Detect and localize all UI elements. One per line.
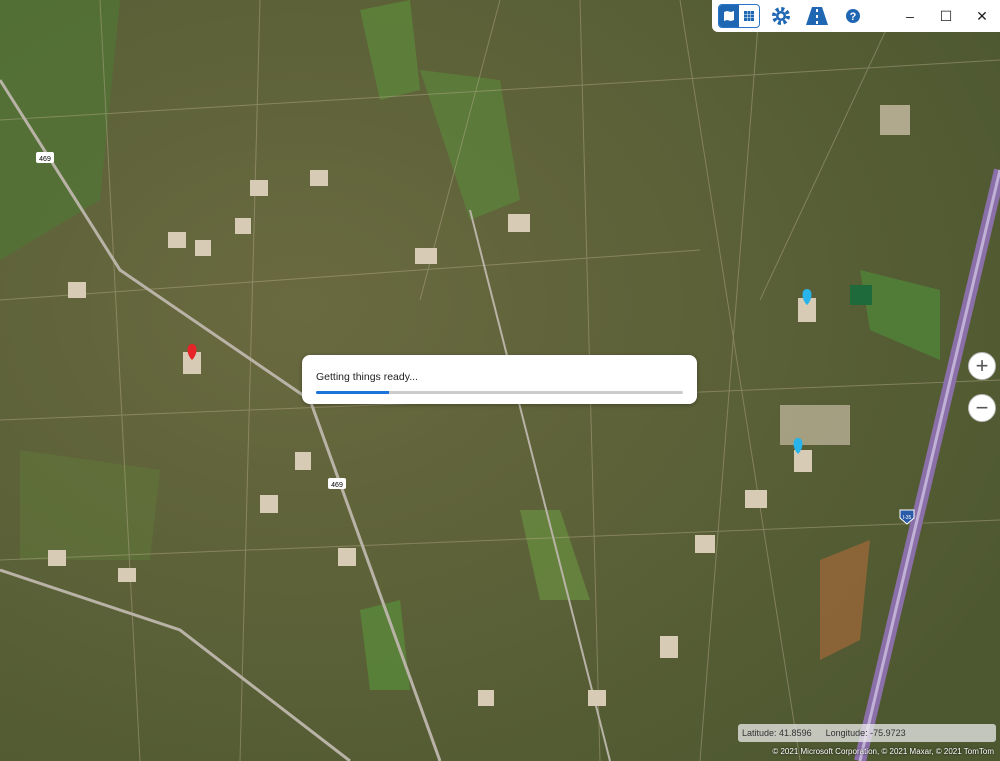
loading-message: Getting things ready... xyxy=(316,371,418,383)
close-button[interactable]: ✕ xyxy=(964,2,1000,30)
grid-icon[interactable] xyxy=(739,5,759,27)
question-icon[interactable]: ? xyxy=(838,2,868,30)
road-shield-469-b: 469 xyxy=(328,478,346,489)
copyright: © 2021 Microsoft Corporation, © 2021 Max… xyxy=(772,747,994,756)
latitude-label: Latitude: xyxy=(742,728,777,738)
maximize-button[interactable]: ☐ xyxy=(928,2,964,30)
progress-fill xyxy=(316,391,390,394)
zoom-in-button[interactable]: + xyxy=(968,352,996,380)
view-toggle[interactable] xyxy=(718,4,760,28)
svg-text:?: ? xyxy=(850,11,857,23)
longitude-label: Longitude: xyxy=(825,728,868,738)
svg-text:I-35: I-35 xyxy=(903,515,912,521)
longitude-value: -75.9723 xyxy=(870,728,906,738)
progress-bar xyxy=(316,391,683,394)
coordinates-readout: Latitude: 41.8596 Longitude: -75.9723 xyxy=(738,724,996,742)
zoom-out-button[interactable]: − xyxy=(968,394,996,422)
latitude-value: 41.8596 xyxy=(779,728,812,738)
road-shield-469: 469 xyxy=(36,152,54,163)
toolbar: ? – ☐ ✕ xyxy=(712,0,1000,32)
svg-text:469: 469 xyxy=(331,482,343,489)
loading-dialog: Getting things ready... xyxy=(302,355,697,404)
svg-text:469: 469 xyxy=(39,156,51,163)
gear-icon[interactable] xyxy=(766,2,796,30)
road-icon[interactable] xyxy=(802,2,832,30)
minimize-button[interactable]: – xyxy=(892,2,928,30)
map-icon[interactable] xyxy=(719,5,739,27)
